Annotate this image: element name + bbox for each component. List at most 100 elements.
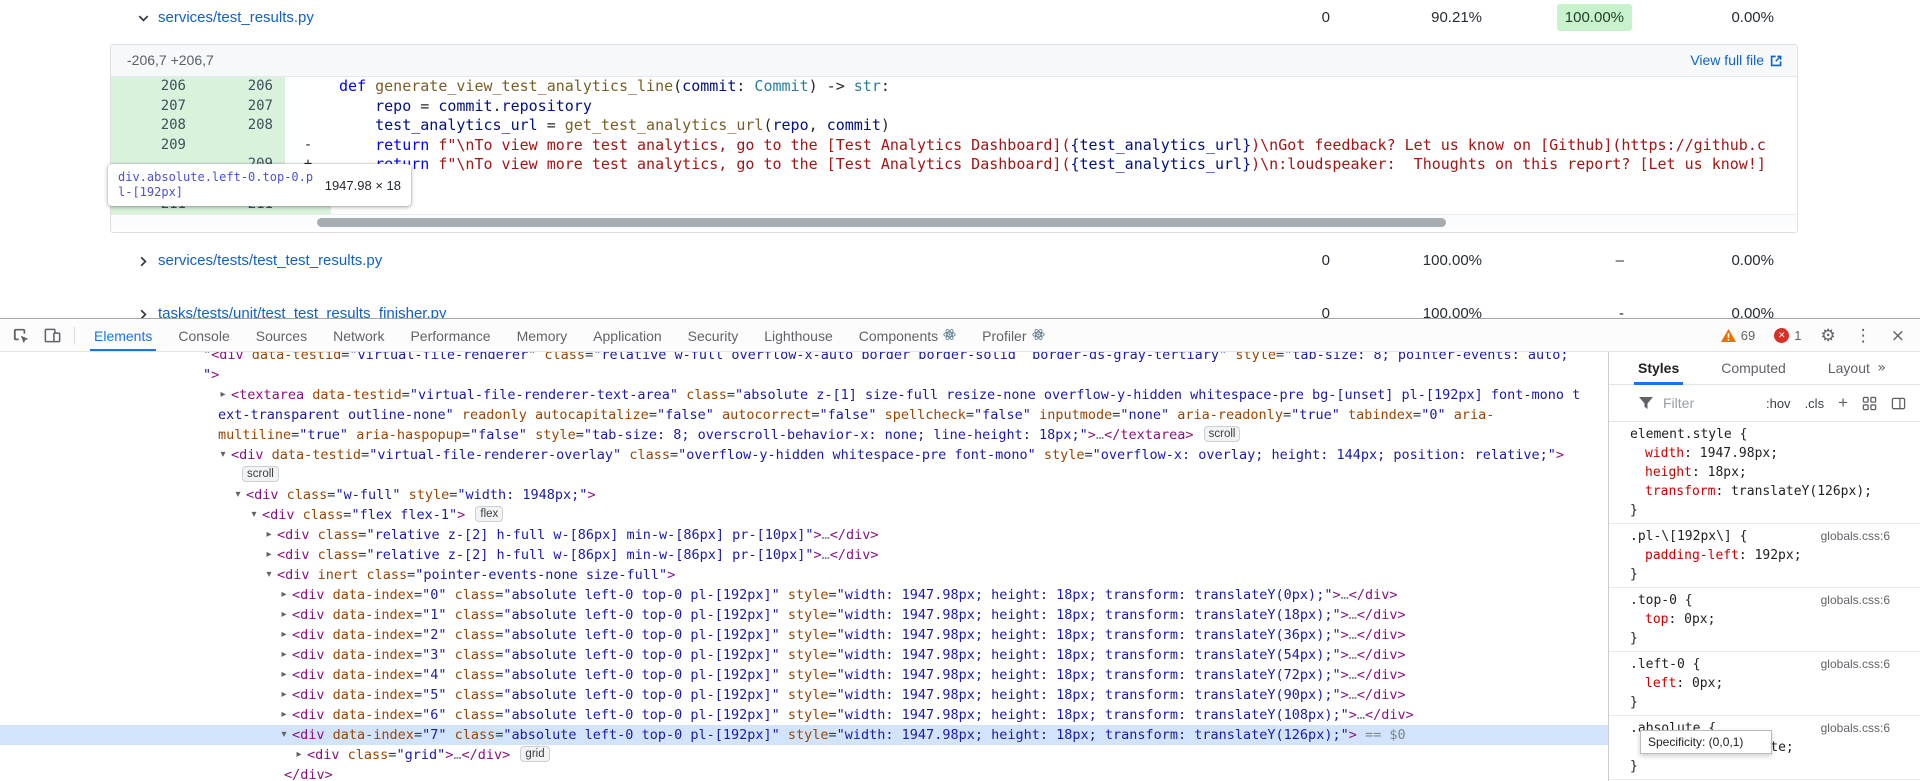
token: aria-haspopup xyxy=(356,427,462,443)
token: "virtual-file-renderer" xyxy=(349,352,537,363)
expander-down-icon[interactable]: ▾ xyxy=(277,725,291,745)
expander-right-icon[interactable]: ▸ xyxy=(277,705,291,725)
close-brace: } xyxy=(1630,695,1638,710)
tab-console[interactable]: Console xyxy=(165,320,242,351)
dom-tree-line[interactable]: ▾ <div data-testid="virtual-file-renderer… xyxy=(0,445,1608,465)
sidebar-tab-computed[interactable]: Computed xyxy=(1721,352,1786,385)
css-property[interactable]: transform: translateY(126px); xyxy=(1609,482,1920,501)
dom-tree-line[interactable]: "<div data-testid = "virtual-file-renderer… xyxy=(0,352,1608,365)
close-devtools-icon[interactable]: × xyxy=(1891,326,1905,346)
device-toolbar-icon[interactable] xyxy=(36,320,68,351)
element-classes-button[interactable]: .cls xyxy=(1805,396,1825,411)
dom-tree-line[interactable]: ▸ <div data-index="3" class="absolute lef… xyxy=(0,645,1608,665)
token: class xyxy=(454,587,496,603)
scrollbar-thumb[interactable] xyxy=(317,218,1446,227)
expander-down-icon[interactable]: ▾ xyxy=(262,565,276,585)
chevron-down-icon[interactable] xyxy=(136,11,152,27)
view-full-file-link[interactable]: View full file xyxy=(1690,52,1783,68)
warning-count[interactable]: 69 xyxy=(1720,328,1755,343)
token: "tab-size: 8; overscroll-behavior-x: non… xyxy=(583,427,1088,443)
dom-tree-line[interactable]: scroll xyxy=(0,465,1608,485)
css-property[interactable]: width: 1947.98px; xyxy=(1609,444,1920,463)
dom-tree-line[interactable]: ▸ <div data-index="5" class="absolute lef… xyxy=(0,685,1608,705)
split-panel-icon[interactable] xyxy=(1891,396,1906,411)
expander-down-icon[interactable]: ▾ xyxy=(231,485,245,505)
dom-tree-line[interactable]: ▸ <div class="relative z-[2] h-full w-[86… xyxy=(0,545,1608,565)
dom-tree-line[interactable]: ▾ <div class="w-full" style="width: 1948p… xyxy=(0,485,1608,505)
tab-network[interactable]: Network xyxy=(320,320,397,351)
tab-lighthouse[interactable]: Lighthouse xyxy=(751,320,846,351)
dom-tree-line[interactable]: ▸ <div class="grid">…</div> grid xyxy=(0,745,1608,765)
inspect-element-icon[interactable] xyxy=(4,320,36,351)
dom-tree-line[interactable]: ▸ <div data-index="6" class="absolute lef… xyxy=(0,705,1608,725)
file-link[interactable]: services/tests/test_test_results.py xyxy=(158,252,382,269)
stylesheet-link[interactable]: globals.css:6 xyxy=(1821,529,1890,543)
toggle-element-state-button[interactable]: :hov xyxy=(1766,396,1791,411)
css-property[interactable]: top: 0px; xyxy=(1609,610,1920,629)
expander-right-icon[interactable]: ▸ xyxy=(277,665,291,685)
dom-tree-line[interactable]: multiline="true" aria-haspopup="false" s… xyxy=(0,425,1608,445)
tab-performance[interactable]: Performance xyxy=(397,320,503,351)
tab-sources[interactable]: Sources xyxy=(243,320,320,351)
file-link[interactable]: services/test_results.py xyxy=(158,9,314,26)
dom-tree-line[interactable]: ▸ <div data-index="1" class="absolute lef… xyxy=(0,605,1608,625)
dom-tree-line[interactable]: ext-transparent outline-none" readonly a… xyxy=(0,405,1608,425)
expander-right-icon[interactable]: ▸ xyxy=(277,585,291,605)
css-property[interactable]: height: 18px; xyxy=(1609,463,1920,482)
css-property[interactable]: left: 0px; xyxy=(1609,674,1920,693)
expander-right-icon[interactable]: ▸ xyxy=(277,645,291,665)
expander-right-icon[interactable]: ▸ xyxy=(277,605,291,625)
token: <div xyxy=(292,607,325,623)
tab-application[interactable]: Application xyxy=(580,320,675,351)
stylesheet-link[interactable]: globals.css:6 xyxy=(1821,721,1890,735)
expander-right-icon[interactable]: ▸ xyxy=(262,525,276,545)
tab-label: Profiler xyxy=(982,327,1027,344)
expander-down-icon[interactable]: ▾ xyxy=(216,445,230,465)
token: "tab-size: 8; pointer-events: auto; xyxy=(1284,352,1569,363)
tab-components[interactable]: Components xyxy=(846,320,969,351)
dom-tree-line[interactable]: ▸ <div data-index="2" class="absolute lef… xyxy=(0,625,1608,645)
token: "overflow-x: overlay; height: 144px; pos… xyxy=(1092,447,1556,463)
dom-tree-line[interactable]: ▸ <div data-index="4" class="absolute lef… xyxy=(0,665,1608,685)
rule-selector: element.style { xyxy=(1609,425,1920,444)
file-stat: 0.00% xyxy=(1731,305,1774,318)
file-link[interactable]: tasks/tests/unit/test_test_results_finis… xyxy=(158,305,446,318)
expander-right-icon[interactable]: ▸ xyxy=(292,745,306,765)
expander-right-icon[interactable]: ▸ xyxy=(277,625,291,645)
expander-down-icon[interactable]: ▾ xyxy=(247,505,261,525)
sidebar-tab-layout[interactable]: Layout xyxy=(1828,352,1870,385)
stylesheet-link[interactable]: globals.css:6 xyxy=(1821,657,1890,671)
dom-tree-line[interactable]: ▸ <div data-index="0" class="absolute lef… xyxy=(0,585,1608,605)
more-menu-icon[interactable]: ⋮ xyxy=(1855,326,1872,346)
expander-right-icon[interactable]: ▸ xyxy=(277,685,291,705)
dots-grid-icon[interactable] xyxy=(1862,396,1877,411)
tab-memory[interactable]: Memory xyxy=(504,320,581,351)
dom-tree-line[interactable]: ▸ <div class="relative z-[2] h-full w-[86… xyxy=(0,525,1608,545)
tab-profiler[interactable]: Profiler xyxy=(969,320,1057,351)
expander-right-icon[interactable]: ▸ xyxy=(216,385,230,405)
token: = xyxy=(413,607,423,623)
grid-badge[interactable]: grid xyxy=(520,746,550,762)
new-style-rule-button[interactable]: + xyxy=(1838,393,1848,413)
dom-tree-line[interactable]: "> xyxy=(0,365,1608,385)
more-tabs-icon[interactable]: » xyxy=(1877,360,1886,376)
tab-security[interactable]: Security xyxy=(675,320,752,351)
dom-tree-line[interactable]: ▸ <textarea data-testid="virtual-file-ren… xyxy=(0,385,1608,405)
styles-filter-input[interactable]: Filter xyxy=(1663,395,1694,411)
dom-tree-line[interactable]: ▾ <div data-index="7" class="absolute lef… xyxy=(0,725,1608,745)
error-count[interactable]: ✕ 1 xyxy=(1774,328,1802,343)
dom-tree-line[interactable]: ▾ <div class="flex flex-1"> flex xyxy=(0,505,1608,525)
flex-badge[interactable]: flex xyxy=(475,506,504,522)
stylesheet-link[interactable]: globals.css:6 xyxy=(1821,593,1890,607)
expander-right-icon[interactable]: ▸ xyxy=(262,545,276,565)
settings-gear-icon[interactable]: ⚙ xyxy=(1821,326,1836,346)
css-property[interactable]: padding-left: 192px; xyxy=(1609,546,1920,565)
chevron-right-icon[interactable] xyxy=(136,307,152,318)
dom-tree-line[interactable]: </div> xyxy=(0,765,1608,781)
chevron-right-icon[interactable] xyxy=(136,254,152,270)
sidebar-tab-styles[interactable]: Styles xyxy=(1633,352,1684,385)
dom-tree-line[interactable]: ▾ <div inert class="pointer-events-none s… xyxy=(0,565,1608,585)
tab-elements[interactable]: Elements xyxy=(81,320,165,351)
